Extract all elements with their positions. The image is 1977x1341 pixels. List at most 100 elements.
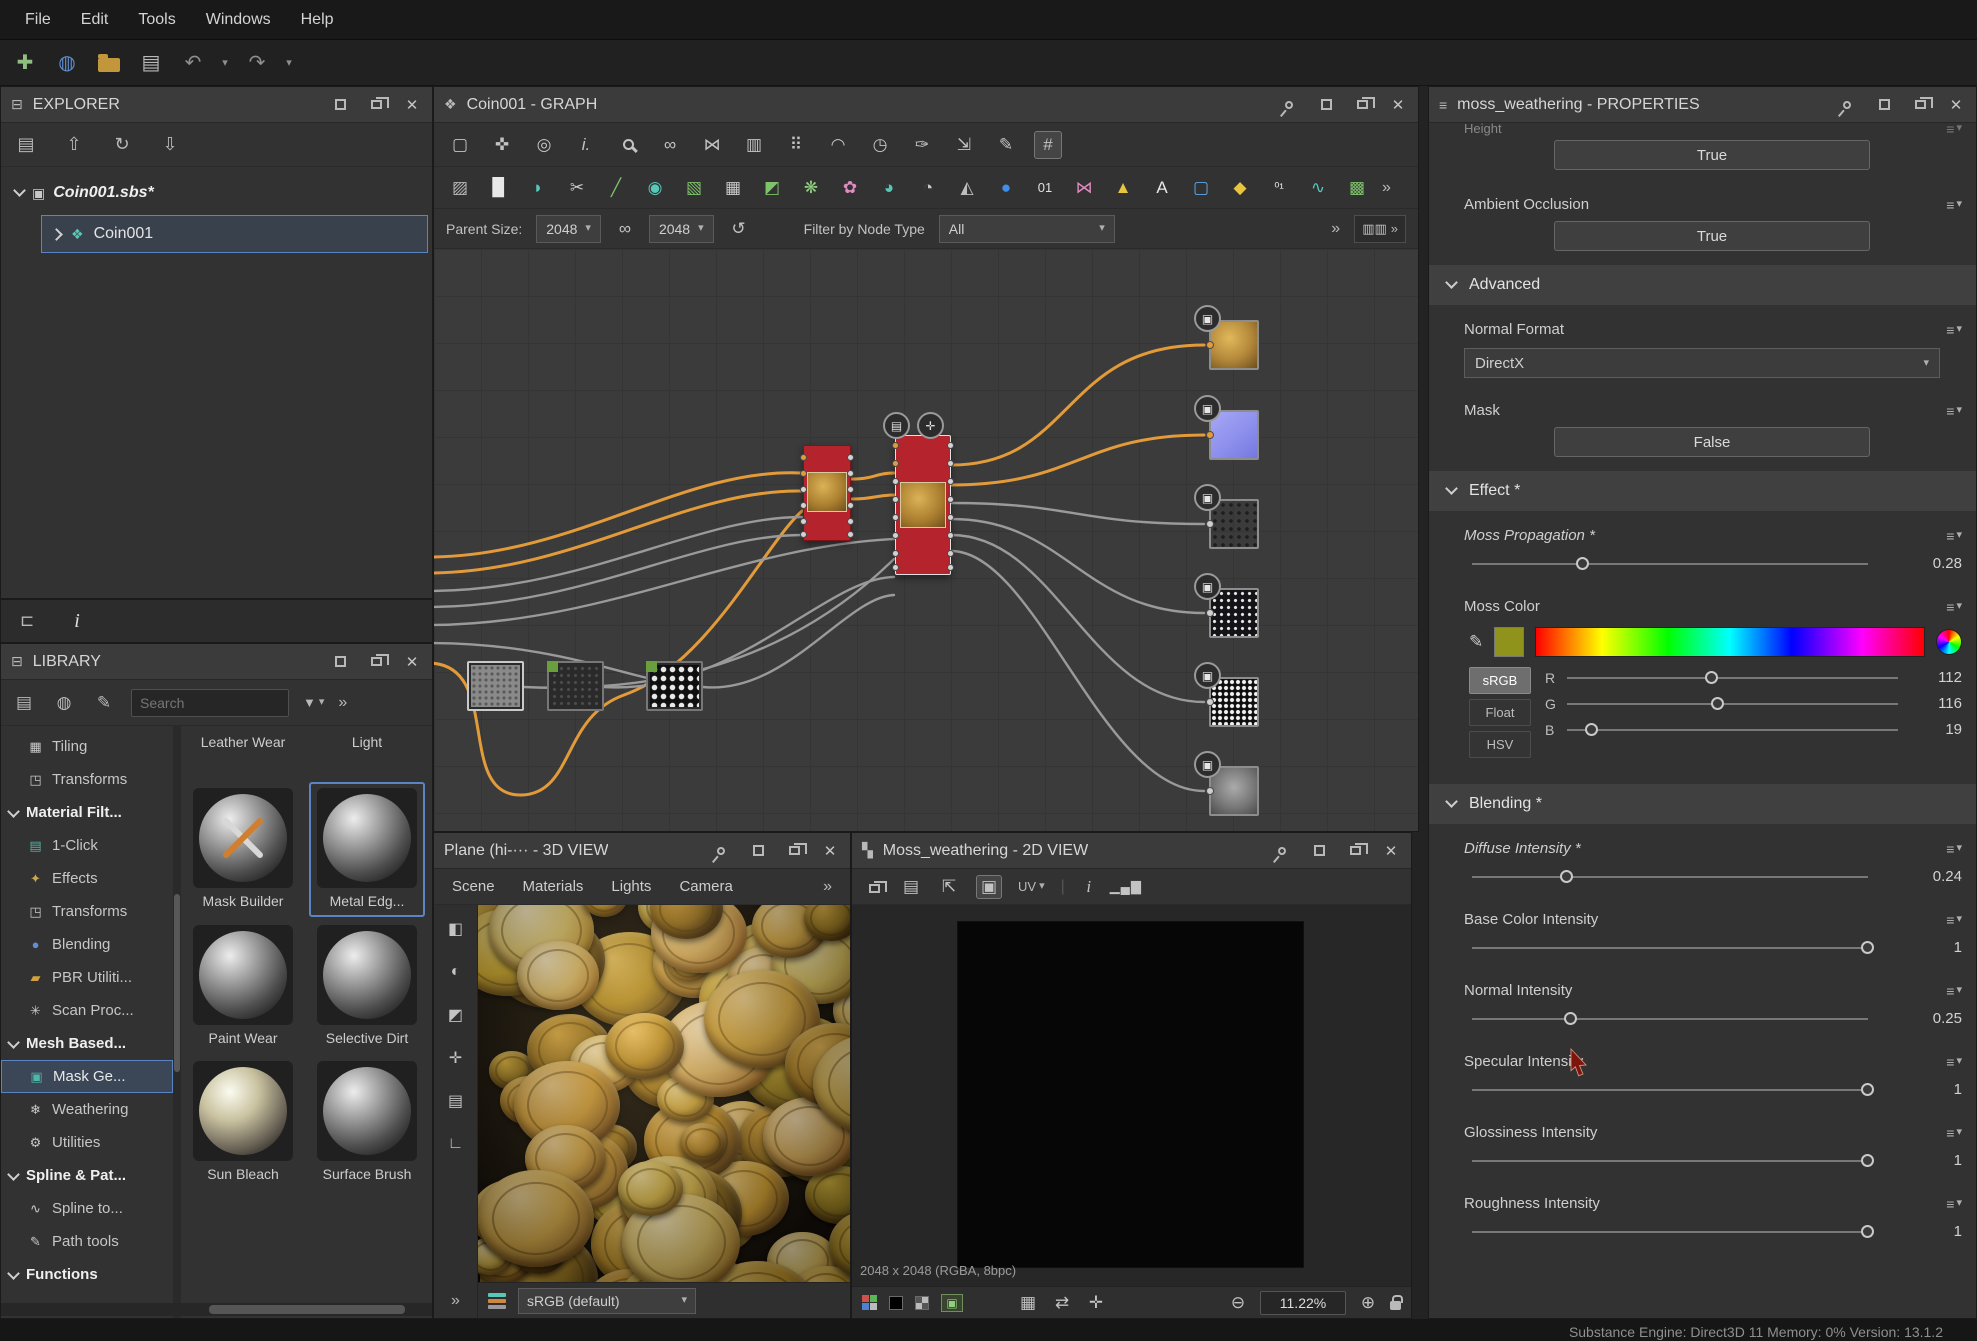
category-tiling[interactable]: ▦Tiling [1, 730, 173, 763]
connector-dot[interactable] [947, 496, 954, 503]
search-icon[interactable] [614, 131, 642, 159]
scrollbar-thumb[interactable] [209, 1305, 405, 1314]
category-mask-ge[interactable]: ▣Mask Ge... [1, 1060, 173, 1093]
slider-track[interactable] [1567, 695, 1898, 712]
expand-chevron-icon[interactable] [13, 184, 26, 197]
pen-tool-icon[interactable]: ✎ [992, 131, 1020, 159]
scrollbar-thumb[interactable] [174, 894, 180, 1072]
library-item-surface-brush[interactable]: Surface Brush [309, 1055, 425, 1190]
save-package-icon[interactable]: ▤ [13, 132, 39, 158]
link-size-icon[interactable]: ∞ [615, 215, 635, 243]
dock-panel-icon[interactable]: ⊏ [15, 609, 39, 633]
parameter-menu-icon[interactable]: ≡▾ [1946, 322, 1962, 338]
dock-icon[interactable] [748, 841, 768, 861]
float-icon[interactable] [366, 652, 386, 672]
pin-icon[interactable] [1273, 841, 1293, 861]
display-settings-icon[interactable]: ◧ [442, 915, 470, 943]
connector-dot[interactable] [847, 486, 854, 493]
gizmo-icon[interactable]: ∟ [442, 1130, 470, 1158]
background-texture-icon[interactable]: ▣ [941, 1294, 963, 1312]
pin-icon[interactable] [712, 841, 732, 861]
pin-icon[interactable] [1838, 95, 1858, 115]
pin-icon[interactable] [1280, 95, 1300, 115]
connector-dot[interactable] [847, 531, 854, 538]
menu-tools[interactable]: Tools [123, 3, 190, 37]
ambient-occlusion-toggle-button[interactable]: True [1554, 221, 1870, 251]
normal-map-icon[interactable]: ◩ [758, 174, 786, 202]
edit-library-icon[interactable]: ✎ [91, 690, 117, 716]
connector-dot[interactable] [800, 531, 807, 538]
category-scan-proc[interactable]: ✳Scan Proc... [1, 994, 173, 1027]
library-source-icon[interactable]: ◍ [51, 690, 77, 716]
section-blending[interactable]: Blending * [1429, 784, 1976, 824]
connector-dot[interactable] [847, 502, 854, 509]
marquee-select-icon[interactable]: ▢ [446, 131, 474, 159]
dock-icon[interactable] [1316, 95, 1336, 115]
split-link-icon[interactable]: ⋈ [698, 131, 726, 159]
search-input[interactable] [131, 689, 289, 717]
connector-dot[interactable] [947, 564, 954, 571]
curve-node-icon[interactable]: ∿ [1304, 174, 1332, 202]
output-node-basecolor[interactable]: ▣ [1209, 320, 1259, 370]
parameter-menu-icon[interactable]: ≡▾ [1946, 197, 1962, 213]
category-1-click[interactable]: ▤1-Click [1, 829, 173, 862]
view3d-menu-camera[interactable]: Camera [679, 878, 732, 895]
connector-dot[interactable] [1206, 787, 1214, 795]
reset-size-icon[interactable]: ↺ [728, 215, 750, 243]
category-pbr-utiliti[interactable]: ▰PBR Utiliti... [1, 961, 173, 994]
category-transforms[interactable]: ◳Transforms [1, 763, 173, 796]
image-info-icon[interactable]: i [1081, 873, 1097, 901]
connector-dot[interactable] [892, 442, 899, 449]
view3d-menu-materials[interactable]: Materials [523, 878, 584, 895]
category-weathering[interactable]: ❄Weathering [1, 1093, 173, 1126]
export-output-icon[interactable]: ⇲ [950, 131, 978, 159]
output-node-roughness[interactable]: ▣ [1209, 499, 1259, 549]
histogram-icon[interactable]: ▁▄▇ [1113, 873, 1139, 901]
close-icon[interactable]: ✕ [820, 841, 840, 861]
parameter-menu-icon[interactable]: ≡▾ [1946, 1054, 1962, 1070]
slider-track[interactable] [1472, 868, 1868, 885]
hue-gradient-bar[interactable] [1535, 627, 1925, 657]
float-icon[interactable] [1910, 95, 1930, 115]
blue-material-icon[interactable]: ● [992, 174, 1020, 202]
category-spline-pat[interactable]: Spline & Pat... [1, 1159, 173, 1192]
colorspace-dropdown[interactable]: sRGB (default)▾ [518, 1288, 696, 1314]
node-badge-transform-icon[interactable]: ✛ [917, 412, 944, 439]
connector-dot[interactable] [800, 502, 807, 509]
library-view-icon[interactable]: ▤ [11, 690, 37, 716]
graph-views-button[interactable]: ▥▥» [1354, 215, 1406, 243]
color-mode-float[interactable]: Float [1469, 699, 1531, 726]
connector-dot[interactable] [1206, 341, 1214, 349]
output-node-height[interactable]: ▣ [1209, 766, 1259, 816]
toolbar-overflow-icon[interactable]: » [1331, 220, 1340, 238]
connector-dot[interactable] [800, 518, 807, 525]
grid-icon[interactable]: ▦ [1017, 1289, 1039, 1317]
channels-icon[interactable] [862, 1295, 877, 1310]
filter-icon[interactable]: ▼▾ [303, 695, 324, 710]
connector-dot[interactable] [892, 496, 899, 503]
slider-track[interactable] [1472, 555, 1868, 572]
connector-dot[interactable] [947, 514, 954, 521]
environment-icon[interactable]: ◩ [442, 1001, 470, 1029]
slider-handle[interactable] [1585, 723, 1598, 736]
category-effects[interactable]: ✦Effects [1, 862, 173, 895]
library-item-metal-edg[interactable]: Metal Edg... [309, 782, 425, 917]
normal-format-dropdown[interactable]: DirectX▾ [1464, 348, 1940, 378]
open-url-icon[interactable]: ◍ [50, 46, 84, 80]
splatter-node-icon[interactable]: ❋ [797, 174, 825, 202]
info-icon[interactable]: i [65, 609, 89, 633]
parameter-menu-icon[interactable]: ≡▾ [1946, 528, 1962, 544]
menu-windows[interactable]: Windows [191, 3, 286, 37]
layers-icon[interactable] [488, 1293, 506, 1309]
category-spline-to[interactable]: ∿Spline to... [1, 1192, 173, 1225]
graph-node-speckle[interactable] [646, 661, 703, 711]
dock-icon[interactable] [330, 652, 350, 672]
slider-track[interactable] [1472, 1223, 1868, 1240]
output-node-mask-1[interactable]: ▣ [1209, 588, 1259, 638]
category-functions[interactable]: Functions [1, 1258, 173, 1291]
slope-blur-icon[interactable]: ╱ [602, 174, 630, 202]
filter-node-type-dropdown[interactable]: All▾ [939, 215, 1115, 243]
roughness-intensity-slider[interactable]: 1 [1429, 1218, 1976, 1250]
color-swatch[interactable] [1494, 627, 1524, 657]
selection-node-icon[interactable]: ▢ [1187, 174, 1215, 202]
